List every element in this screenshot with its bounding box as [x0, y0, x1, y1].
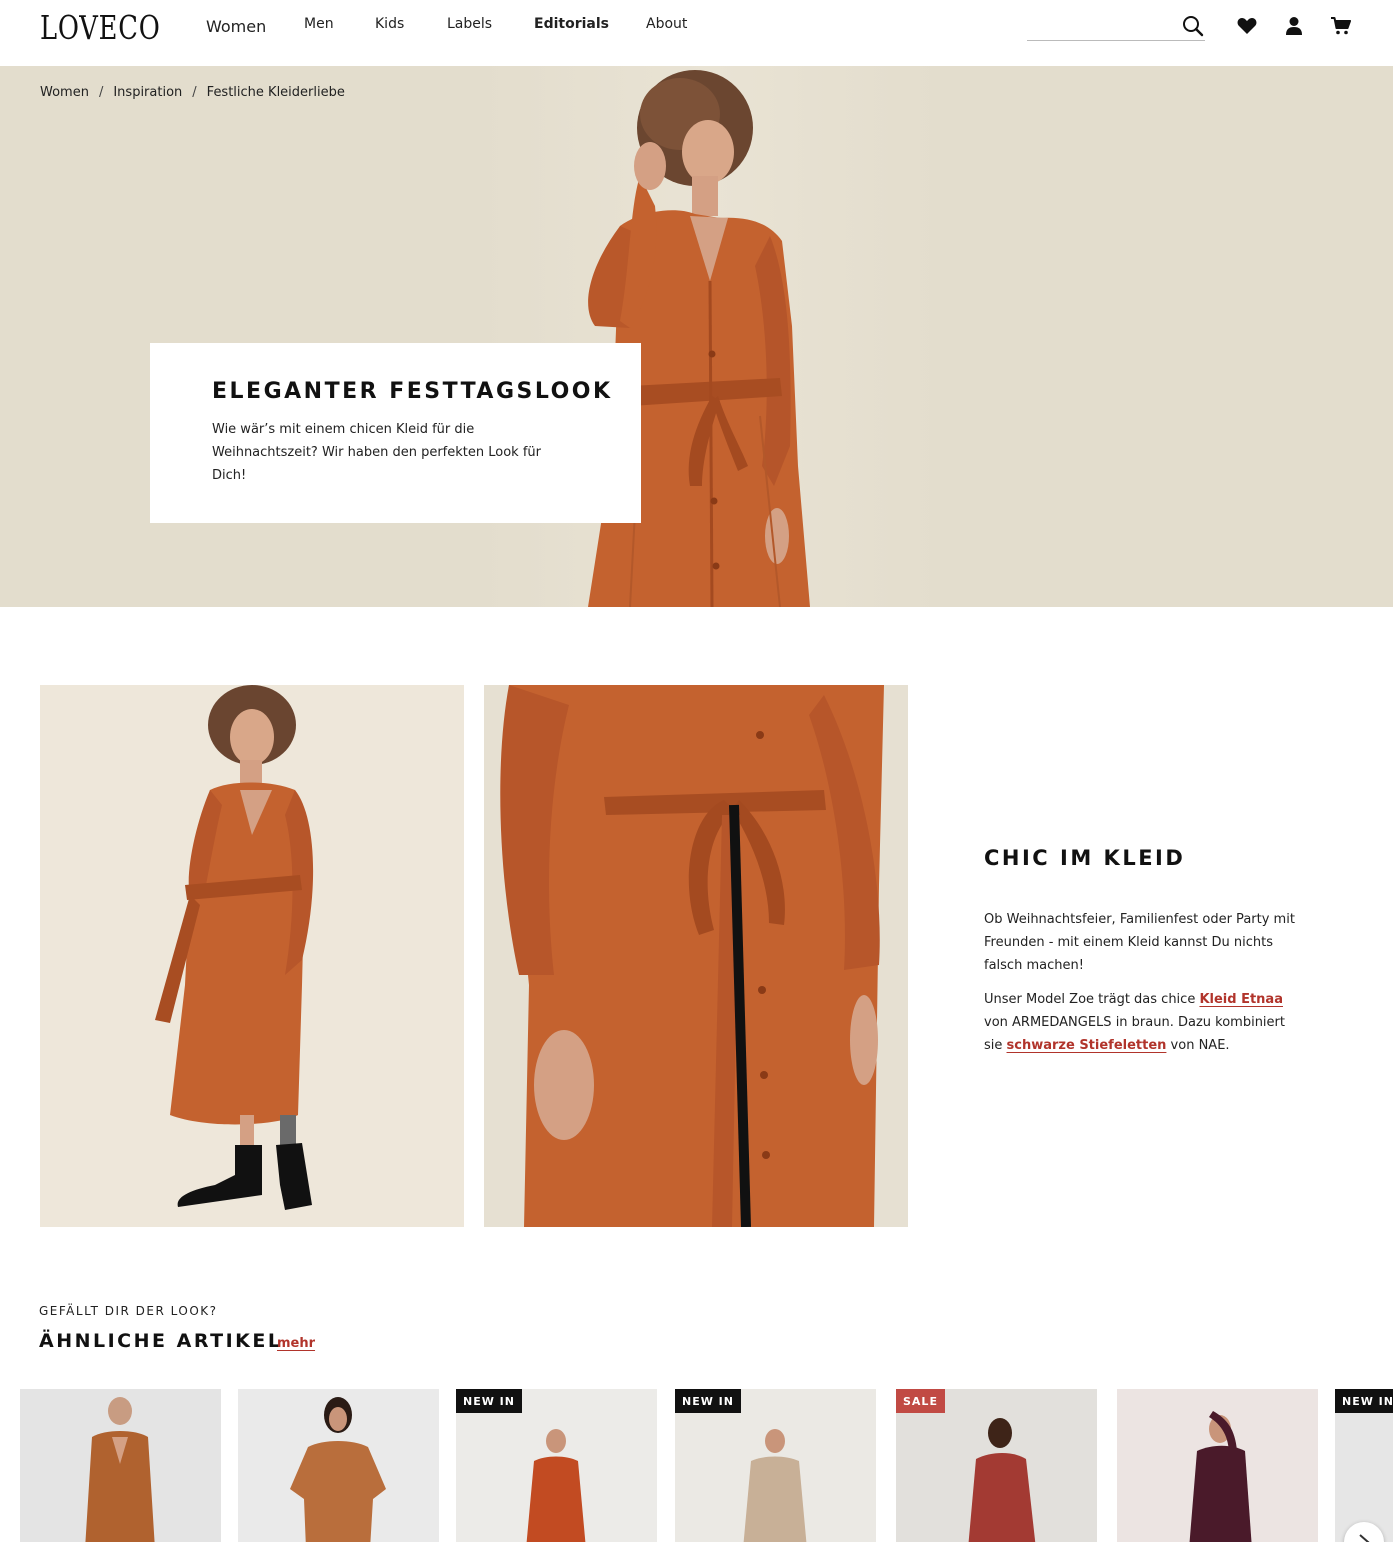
- look-title: CHIC IM KLEID: [984, 846, 1186, 870]
- similar-more-link[interactable]: mehr: [277, 1336, 315, 1351]
- look-photo-full[interactable]: [40, 685, 464, 1227]
- cart-icon[interactable]: [1329, 14, 1353, 38]
- site-header: LOVECO Women Men Kids Labels Editorials …: [0, 0, 1393, 66]
- breadcrumb-inspiration[interactable]: Inspiration: [113, 85, 182, 100]
- similar-kicker: GEFÄLLT DIR DER LOOK?: [39, 1304, 218, 1318]
- product-card[interactable]: NEW IN: [675, 1389, 876, 1542]
- dress-product-link[interactable]: Kleid Etnaa: [1199, 992, 1283, 1007]
- look-paragraph-2: Unser Model Zoe trägt das chice Kleid Et…: [984, 988, 1304, 1057]
- look-photo-detail[interactable]: [484, 685, 908, 1227]
- breadcrumb-current: Festliche Kleiderliebe: [206, 85, 345, 100]
- hero-title: ELEGANTER FESTTAGSLOOK: [212, 379, 613, 404]
- breadcrumb-separator: /: [192, 85, 197, 100]
- product-card[interactable]: [20, 1389, 221, 1542]
- hero-description: Wie wär’s mit einem chicen Kleid für die…: [212, 422, 541, 483]
- search-input[interactable]: [1027, 10, 1177, 38]
- chevron-right-icon: [1359, 1534, 1370, 1542]
- look-description: CHIC IM KLEID Ob Weihnachtsfeier, Famili…: [984, 846, 1304, 1057]
- product-card[interactable]: [238, 1389, 439, 1542]
- nav-women[interactable]: Women: [206, 17, 266, 36]
- new-in-badge: NEW IN: [675, 1389, 741, 1413]
- nav-labels[interactable]: Labels: [447, 16, 492, 32]
- boots-product-link[interactable]: schwarze Stiefeletten: [1007, 1038, 1167, 1053]
- new-in-badge: NEW IN: [456, 1389, 522, 1413]
- similar-title: ÄHNLICHE ARTIKEL: [39, 1330, 283, 1352]
- breadcrumb-women[interactable]: Women: [40, 85, 89, 100]
- sale-badge: SALE: [896, 1389, 945, 1413]
- nav-kids[interactable]: Kids: [375, 16, 404, 32]
- look-text: von NAE.: [1166, 1038, 1230, 1053]
- look-paragraph-1: Ob Weihnachtsfeier, Familienfest oder Pa…: [984, 912, 1295, 973]
- look-text: Unser Model Zoe trägt das chice: [984, 992, 1200, 1007]
- product-card[interactable]: [1117, 1389, 1318, 1542]
- breadcrumb-separator: /: [98, 85, 104, 100]
- nav-editorials[interactable]: Editorials: [534, 16, 609, 32]
- hero-model-image: [480, 66, 940, 607]
- brand-logo[interactable]: LOVECO: [40, 8, 161, 47]
- search-icon[interactable]: [1181, 14, 1205, 38]
- new-in-badge: NEW IN: [1335, 1389, 1393, 1413]
- search-box: [1027, 10, 1205, 41]
- hero-banner: Women / Inspiration / Festliche Kleiderl…: [0, 66, 1393, 607]
- product-card[interactable]: SALE: [896, 1389, 1097, 1542]
- nav-about[interactable]: About: [646, 16, 687, 32]
- product-card[interactable]: NEW IN: [456, 1389, 657, 1542]
- hero-text-card: ELEGANTER FESTTAGSLOOK Wie wär’s mit ein…: [150, 343, 641, 523]
- user-icon[interactable]: [1282, 14, 1306, 38]
- breadcrumb: Women / Inspiration / Festliche Kleiderl…: [40, 85, 345, 100]
- product-card[interactable]: NEW IN: [1335, 1389, 1393, 1542]
- heart-icon[interactable]: [1235, 14, 1259, 38]
- nav-men[interactable]: Men: [304, 16, 334, 32]
